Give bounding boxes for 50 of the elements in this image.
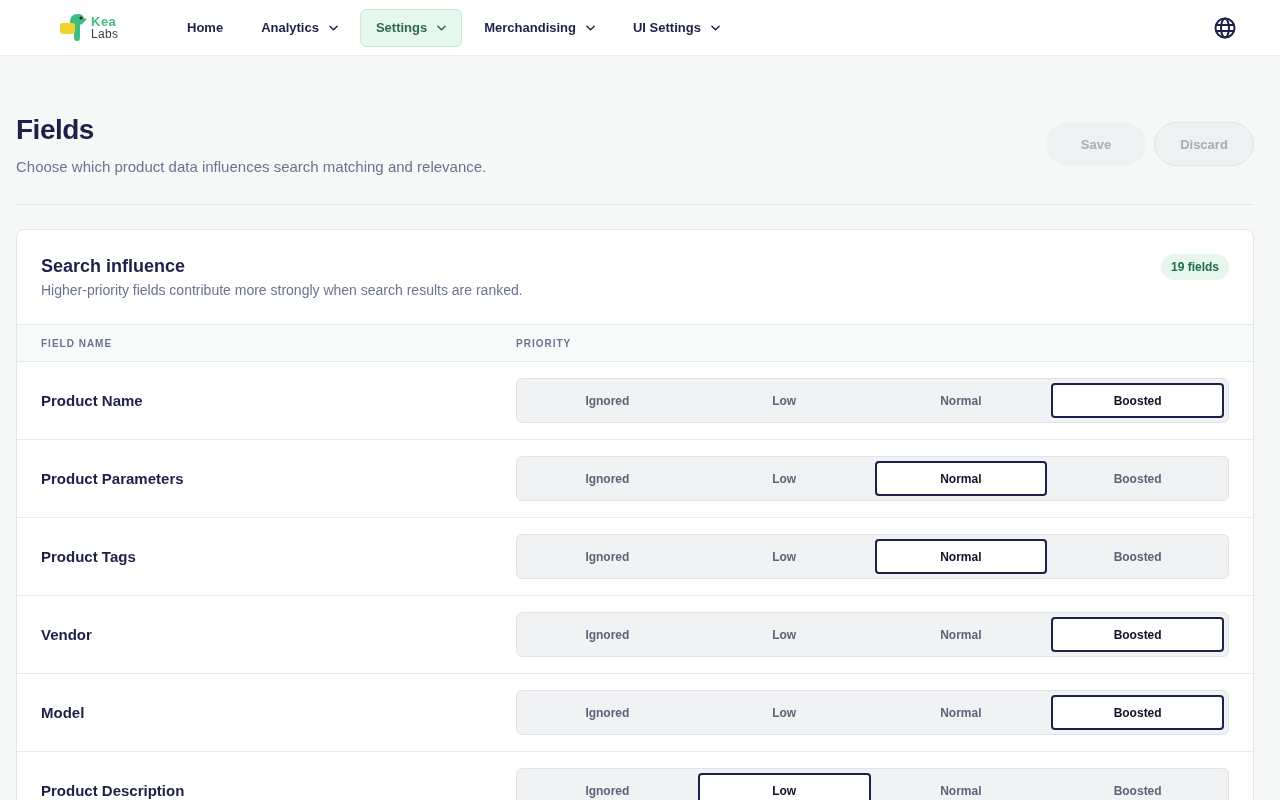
- nav-menu-item[interactable]: UI Settings: [617, 8, 736, 47]
- field-name: Product Parameters: [41, 470, 185, 487]
- column-header: PRIORITY: [516, 337, 573, 349]
- priority-option[interactable]: Low: [697, 383, 871, 418]
- priority-option[interactable]: Ignored: [521, 617, 694, 652]
- logo-wordmark-bottom: Labs: [91, 27, 119, 41]
- page-subtitle: Choose which product data influences search matching and relevance.: [16, 157, 487, 177]
- priority-option[interactable]: Boosted: [1051, 695, 1224, 730]
- priority-option[interactable]: Low: [697, 539, 871, 574]
- globe-icon: [1214, 16, 1236, 39]
- chevron-down-icon: [328, 24, 338, 31]
- field-name: Product Tags: [41, 548, 137, 565]
- priority-option[interactable]: Boosted: [1051, 539, 1224, 574]
- priority-option[interactable]: Low: [697, 461, 871, 496]
- priority-option[interactable]: Normal: [874, 695, 1048, 730]
- priority-option[interactable]: Normal: [874, 461, 1048, 496]
- priority-option[interactable]: Ignored: [521, 383, 694, 418]
- priority-option[interactable]: Ignored: [521, 539, 694, 574]
- nav-menu-item[interactable]: Home: [171, 8, 240, 47]
- priority-option[interactable]: Low: [697, 773, 871, 800]
- nav-menu-item[interactable]: Settings: [359, 8, 463, 47]
- card-subtitle: Higher-priority fields contribute more strongly when search results are ranked.: [41, 281, 523, 300]
- priority-option[interactable]: Ignored: [521, 695, 694, 730]
- priority-option[interactable]: Normal: [874, 773, 1048, 800]
- field-name: Vendor: [41, 626, 93, 643]
- column-header: FIELD NAME: [41, 337, 114, 349]
- priority-option[interactable]: Boosted: [1051, 617, 1224, 652]
- logo-wordmark-top: Kea: [91, 14, 118, 28]
- priority-option[interactable]: Low: [697, 617, 871, 652]
- priority-option[interactable]: Boosted: [1051, 383, 1224, 418]
- chevron-down-icon: [437, 24, 447, 31]
- priority-option[interactable]: Normal: [874, 539, 1048, 574]
- priority-option[interactable]: Normal: [874, 383, 1048, 418]
- card-title: Search influence: [41, 255, 187, 278]
- priority-option[interactable]: Low: [697, 695, 871, 730]
- priority-option[interactable]: Boosted: [1051, 461, 1224, 496]
- priority-option[interactable]: Ignored: [521, 461, 694, 496]
- field-name: Product Description: [41, 782, 186, 799]
- chevron-down-icon: [710, 24, 720, 31]
- field-name: Product Name: [41, 392, 144, 409]
- priority-option[interactable]: Normal: [874, 617, 1048, 652]
- field-name: Model: [41, 704, 86, 721]
- page-title: Fields: [16, 113, 95, 147]
- field-count-badge: 19 fields: [1160, 254, 1229, 280]
- nav-menu-item[interactable]: Merchandising: [468, 8, 611, 47]
- priority-option[interactable]: Ignored: [521, 773, 694, 800]
- parrot-logo-icon: [60, 14, 88, 41]
- chevron-down-icon: [586, 24, 595, 31]
- priority-option[interactable]: Boosted: [1051, 773, 1224, 800]
- nav-menu-item[interactable]: Analytics: [245, 8, 354, 47]
